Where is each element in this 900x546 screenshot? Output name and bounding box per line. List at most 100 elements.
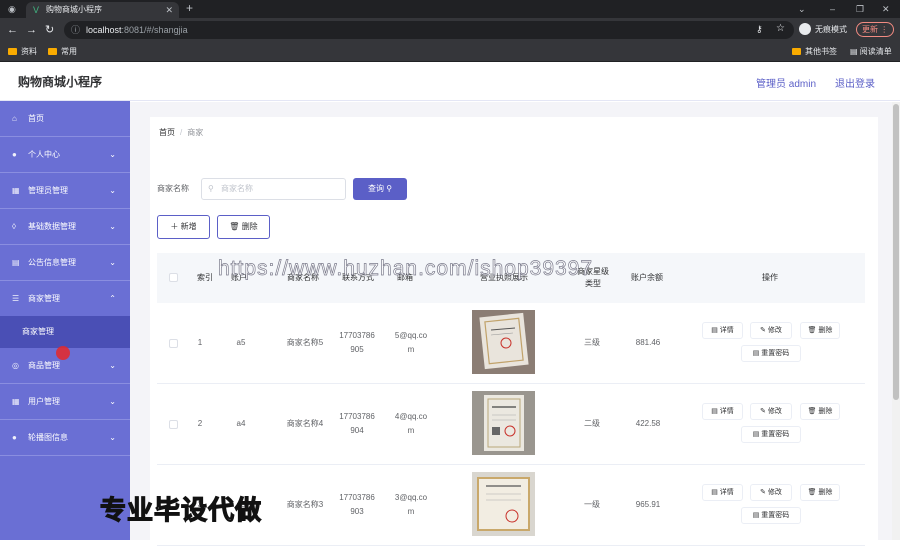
bookmark-label: 其他书签 xyxy=(805,47,837,56)
incognito-indicator[interactable]: 无痕模式 xyxy=(799,22,847,38)
sidebar-item-notices[interactable]: ▤ 公告信息管理 ⌄ xyxy=(0,245,130,281)
add-button[interactable]: ＋ 新增 xyxy=(157,215,210,239)
address-bar[interactable]: ⓘ localhost:8081/#/shangjia xyxy=(64,21,794,39)
sidebar-item-home[interactable]: ⌂ 首页 xyxy=(0,101,130,137)
reset-password-button[interactable]: ▤ 重置密码 xyxy=(741,345,801,362)
incognito-label: 无痕模式 xyxy=(815,25,847,34)
col-ops: 操作 xyxy=(762,273,778,282)
detail-button[interactable]: ▤ 详情 xyxy=(702,484,743,501)
breadcrumb-separator: / xyxy=(180,128,183,137)
image-icon: ● xyxy=(12,433,17,442)
users-icon: ▦ xyxy=(12,397,20,406)
breadcrumb-home[interactable]: 首页 xyxy=(159,128,175,137)
chevron-down-icon: ⌄ xyxy=(109,150,116,159)
cell-email-line2: m xyxy=(407,507,415,516)
scrollbar-thumb[interactable] xyxy=(893,104,899,400)
license-image[interactable] xyxy=(472,310,535,374)
search-input[interactable]: ⚲ 商家名称 xyxy=(201,178,346,200)
cell-level: 二级 xyxy=(584,419,600,428)
browser-tabbar: ◉ V 购物商城小程序 ✕ + ⌄ – ❐ ✕ xyxy=(0,0,900,18)
reset-password-button[interactable]: ▤ 重置密码 xyxy=(741,507,801,524)
update-label: 更新 xyxy=(862,25,878,34)
browser-toolbar: ← → ↻ ⓘ localhost:8081/#/shangjia ⚷ ☆ 无痕… xyxy=(0,18,900,42)
reading-list[interactable]: ▤ 阅读清单 xyxy=(850,45,892,59)
new-tab-icon[interactable]: + xyxy=(186,0,193,17)
sidebar-item-label: 基础数据管理 xyxy=(28,222,76,231)
restore-icon[interactable]: ❐ xyxy=(856,2,864,16)
reset-label: 重置密码 xyxy=(761,512,790,519)
sidebar-item-basic-data[interactable]: ◊ 基础数据管理 ⌄ xyxy=(0,209,130,245)
trash-icon: 🗑 xyxy=(807,327,819,334)
detail-label: 详情 xyxy=(719,408,734,415)
sidebar-item-label: 个人中心 xyxy=(28,150,60,159)
page-scrollbar[interactable] xyxy=(892,102,900,540)
logout-link[interactable]: 退出登录 xyxy=(835,75,875,90)
list-panel: 商家名称 ⚲ 商家名称 查询 ⚲ ＋ 新增 🗑 删除 索引 账户 商家名称 联系方… xyxy=(150,159,878,546)
reset-label: 重置密码 xyxy=(761,350,790,357)
reset-password-button[interactable]: ▤ 重置密码 xyxy=(741,426,801,443)
sidebar-item-users[interactable]: ▦ 用户管理 ⌄ xyxy=(0,384,130,420)
browser-tab[interactable]: V 购物商城小程序 ✕ xyxy=(26,2,179,18)
license-image[interactable] xyxy=(472,472,535,536)
browser-menu-icon[interactable]: ◉ xyxy=(8,2,16,16)
reload-icon[interactable]: ↻ xyxy=(45,23,54,37)
bookmark-folder-changyong[interactable]: 常用 xyxy=(48,45,77,59)
cell-phone: 17703786 903 xyxy=(332,465,382,545)
close-tab-icon[interactable]: ✕ xyxy=(165,2,173,18)
site-info-icon[interactable]: ⓘ xyxy=(71,21,80,39)
bookmark-label: 阅读清单 xyxy=(859,47,892,56)
chevron-down-icon: ⌄ xyxy=(109,397,116,406)
batch-delete-button[interactable]: 🗑 删除 xyxy=(217,215,270,239)
bookmark-star-icon[interactable]: ☆ xyxy=(776,22,785,36)
pencil-icon: ✎ xyxy=(760,489,768,496)
bookmark-folder-ziliao[interactable]: 资料 xyxy=(8,45,37,59)
forward-icon[interactable]: → xyxy=(26,23,37,37)
folder-icon xyxy=(8,48,17,55)
doc-icon: ▤ xyxy=(752,350,762,357)
folder-icon xyxy=(792,48,801,55)
edit-button[interactable]: ✎ 修改 xyxy=(750,403,792,420)
query-button[interactable]: 查询 ⚲ xyxy=(353,178,407,200)
detail-button[interactable]: ▤ 详情 xyxy=(702,403,743,420)
doc-icon: ▤ xyxy=(752,431,762,438)
col-balance[interactable]: 账户余额 xyxy=(619,253,675,303)
delete-button[interactable]: 🗑 删除 xyxy=(800,322,840,339)
key-icon[interactable]: ⚷ xyxy=(756,22,763,36)
minimize-icon[interactable]: – xyxy=(830,2,835,16)
delete-button[interactable]: 🗑 删除 xyxy=(800,484,840,501)
cell-phone-line1: 17703786 xyxy=(339,493,375,502)
cell-email: 3@qq.co m xyxy=(389,465,433,545)
cell-email: 5@qq.co m xyxy=(389,303,433,383)
update-button[interactable]: 更新 ⋮ xyxy=(856,22,895,37)
cell-email-line1: 5@qq.co xyxy=(394,331,428,340)
cell-account: a4 xyxy=(236,419,246,428)
submenu-merchant-management[interactable]: 商家管理 xyxy=(0,316,130,348)
row-checkbox[interactable] xyxy=(169,339,178,348)
row-checkbox[interactable] xyxy=(169,420,178,429)
delete-button[interactable]: 🗑 删除 xyxy=(800,403,840,420)
table-row: 1 a5 商家名称5 17703786 905 5@qq.co m 三级 881.4… xyxy=(157,303,865,384)
other-bookmarks[interactable]: 其他书签 xyxy=(792,45,837,59)
sidebar-item-profile[interactable]: ● 个人中心 ⌄ xyxy=(0,137,130,173)
license-image[interactable] xyxy=(472,391,535,455)
trash-icon: 🗑 xyxy=(807,489,819,496)
cell-phone-line2: 905 xyxy=(350,345,364,354)
select-all-checkbox[interactable] xyxy=(169,273,178,282)
close-window-icon[interactable]: ✕ xyxy=(882,2,890,16)
bookmark-label: 常用 xyxy=(61,47,77,56)
sidebar-item-admins[interactable]: ▦ 管理员管理 ⌄ xyxy=(0,173,130,209)
sidebar: ⌂ 首页 ● 个人中心 ⌄ ▦ 管理员管理 ⌄ ◊ 基础数据管理 ⌄ ▤ 公告信息管理 ⌄ ☰ 商家… xyxy=(0,101,130,540)
sidebar-item-carousel[interactable]: ● 轮播图信息 ⌄ xyxy=(0,420,130,456)
url-path: :8081/#/shangjia xyxy=(121,25,188,35)
sidebar-item-merchants[interactable]: ☰ 商家管理 ⌃ xyxy=(0,281,130,317)
detail-button[interactable]: ▤ 详情 xyxy=(702,322,743,339)
edit-button[interactable]: ✎ 修改 xyxy=(750,322,792,339)
doc-icon: ▤ xyxy=(711,489,720,496)
cell-phone: 17703786 904 xyxy=(332,384,382,464)
tab-search-icon[interactable]: ⌄ xyxy=(798,2,806,16)
back-icon[interactable]: ← xyxy=(7,23,18,37)
goods-icon: ◎ xyxy=(12,361,19,370)
doc-icon: ▤ xyxy=(752,512,762,519)
edit-button[interactable]: ✎ 修改 xyxy=(750,484,792,501)
current-user[interactable]: 管理员 admin xyxy=(756,75,816,90)
